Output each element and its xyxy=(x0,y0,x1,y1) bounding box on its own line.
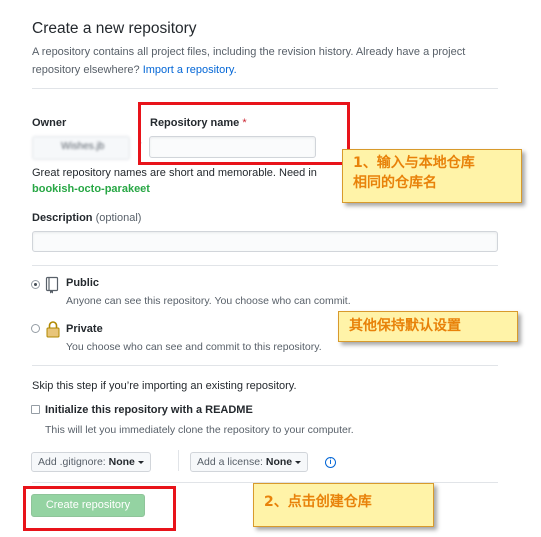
description-label: Description (optional) xyxy=(32,212,141,224)
license-value: None xyxy=(265,456,293,468)
license-prefix: Add a license: xyxy=(197,456,263,468)
divider xyxy=(32,88,498,89)
chevron-down-icon xyxy=(137,460,144,464)
annotation-note-1-line-1: 1、输入与本地仓库 xyxy=(353,155,475,171)
private-radio[interactable] xyxy=(31,324,40,333)
annotation-note-2: 其他保持默认设置 xyxy=(338,311,518,342)
annotation-note-1: 1、输入与本地仓库 相同的仓库名 xyxy=(342,149,522,203)
owner-label: Owner xyxy=(32,117,67,129)
public-title: Public xyxy=(66,277,100,289)
owner-select[interactable]: Wishes.jb xyxy=(32,136,130,160)
divider xyxy=(32,265,498,266)
dropdown-divider xyxy=(178,450,179,471)
chevron-down-icon xyxy=(295,460,302,464)
info-icon[interactable]: i xyxy=(325,457,336,468)
divider xyxy=(32,365,498,366)
description-input[interactable] xyxy=(32,231,498,252)
private-description: You choose who can see and commit to thi… xyxy=(66,341,322,353)
repo-book-icon xyxy=(45,276,59,294)
annotation-note-3: 2、点击创建仓库 xyxy=(253,483,434,527)
page-title: Create a new repository xyxy=(32,20,197,37)
page-subtitle: A repository contains all project files,… xyxy=(32,43,492,79)
description-optional: (optional) xyxy=(95,212,142,224)
import-repository-link[interactable]: Import a repository. xyxy=(143,64,237,76)
subtitle-text: A repository contains all project files,… xyxy=(32,46,466,76)
public-description: Anyone can see this repository. You choo… xyxy=(66,295,351,307)
license-dropdown[interactable]: Add a license: None xyxy=(190,452,309,472)
name-hint: Great repository names are short and mem… xyxy=(32,167,317,179)
description-label-text: Description xyxy=(32,212,93,224)
highlight-create-button xyxy=(23,486,176,531)
annotation-note-1-line-2: 相同的仓库名 xyxy=(353,175,437,191)
readme-description: This will let you immediately clone the … xyxy=(45,424,354,436)
highlight-repository-name xyxy=(138,102,350,165)
readme-checkbox[interactable] xyxy=(31,405,40,414)
lock-icon xyxy=(46,321,60,338)
gitignore-dropdown[interactable]: Add .gitignore: None xyxy=(31,452,151,472)
gitignore-prefix: Add .gitignore: xyxy=(38,456,106,468)
gitignore-value: None xyxy=(108,456,135,468)
owner-value: Wishes.jb xyxy=(61,141,105,152)
name-suggestion[interactable]: bookish-octo-parakeet xyxy=(32,183,150,195)
public-radio[interactable] xyxy=(31,280,40,289)
readme-label: Initialize this repository with a README xyxy=(45,404,253,416)
skip-step-text: Skip this step if you’re importing an ex… xyxy=(32,380,297,392)
private-title: Private xyxy=(66,323,103,335)
